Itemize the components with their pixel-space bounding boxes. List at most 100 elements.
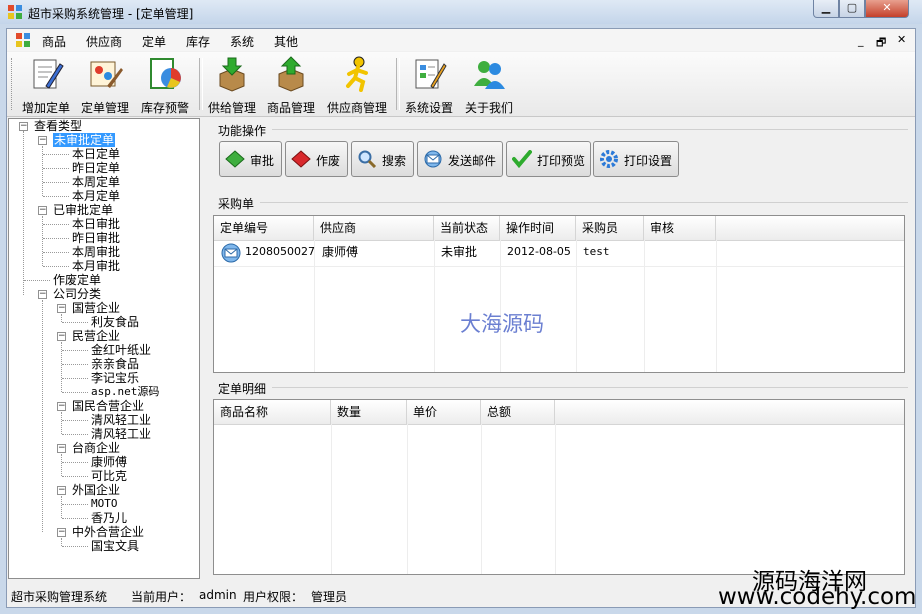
- tree-leaf[interactable]: 香乃儿: [91, 511, 127, 525]
- supply-box-icon: [219, 57, 245, 92]
- print-settings-button[interactable]: 打印设置: [593, 141, 679, 177]
- column-header[interactable]: 单价: [407, 400, 481, 424]
- column-header[interactable]: 供应商: [314, 216, 434, 240]
- tree-line: [61, 538, 62, 546]
- menu-item-other[interactable]: 其他: [274, 33, 298, 50]
- tree-collapse-icon[interactable]: −: [57, 486, 66, 495]
- menu-item-supplier[interactable]: 供应商: [86, 33, 122, 50]
- tree-node-company[interactable]: 公司分类: [53, 287, 101, 301]
- minimize-button[interactable]: ▁: [813, 0, 839, 18]
- tree-line: [42, 300, 43, 532]
- search-label: 搜索: [382, 154, 407, 168]
- menu-item-stock[interactable]: 库存: [186, 33, 210, 50]
- tree-node-joint[interactable]: 国民合营企业: [72, 399, 144, 413]
- tree-leaf[interactable]: 本日定单: [72, 147, 120, 161]
- mdi-close-icon[interactable]: ✕: [897, 33, 906, 46]
- about-us-button[interactable]: 关于我们: [461, 54, 517, 115]
- search-icon: [358, 150, 377, 168]
- tree-leaf[interactable]: 昨日审批: [72, 231, 120, 245]
- tree-node-voided[interactable]: 作废定单: [53, 273, 101, 287]
- tree-node-taiwan[interactable]: 台商企业: [72, 441, 120, 455]
- tree-leaf[interactable]: 亲亲食品: [91, 357, 139, 371]
- tree-line: [62, 350, 88, 351]
- tree-leaf[interactable]: 本周定单: [72, 175, 120, 189]
- order-id-cell: 1208050027: [245, 245, 315, 258]
- approve-label: 审批: [250, 154, 275, 168]
- column-header[interactable]: 采购员: [576, 216, 644, 240]
- tree-leaf[interactable]: asp.net源码: [91, 385, 159, 399]
- tree-node-foreign[interactable]: 外国企业: [72, 483, 120, 497]
- tree-leaf[interactable]: 昨日定单: [72, 161, 120, 175]
- void-button[interactable]: 作废: [285, 141, 348, 177]
- column-header[interactable]: 审核: [644, 216, 716, 240]
- tree-collapse-icon[interactable]: −: [38, 290, 47, 299]
- tree-node-approved[interactable]: 已审批定单: [53, 203, 113, 217]
- detail-grid[interactable]: 商品名称 数量 单价 总额: [213, 399, 905, 575]
- search-button[interactable]: 搜索: [351, 141, 414, 177]
- tree-collapse-icon[interactable]: −: [57, 332, 66, 341]
- tree-leaf[interactable]: 利友食品: [91, 315, 139, 329]
- approve-button[interactable]: 审批: [219, 141, 282, 177]
- tree-leaf[interactable]: 康师傅: [91, 455, 127, 469]
- tree-collapse-icon[interactable]: −: [57, 304, 66, 313]
- tree-leaf[interactable]: 本周审批: [72, 245, 120, 259]
- goods-manage-label: 商品管理: [266, 101, 315, 115]
- tree-node-state-owned[interactable]: 国营企业: [72, 301, 120, 315]
- tree-node-private[interactable]: 民营企业: [72, 329, 120, 343]
- tree-leaf[interactable]: 本月定单: [72, 189, 120, 203]
- tree-collapse-icon[interactable]: −: [38, 206, 47, 215]
- column-header[interactable]: 操作时间: [500, 216, 576, 240]
- supplier-cell: 康师傅: [322, 245, 359, 259]
- supply-manage-label: 供给管理: [207, 101, 256, 115]
- menu-item-order[interactable]: 定单: [142, 33, 166, 50]
- void-label: 作废: [316, 154, 341, 168]
- tree-leaf[interactable]: 本日审批: [72, 217, 120, 231]
- column-header[interactable]: 当前状态: [434, 216, 500, 240]
- table-row[interactable]: 1208050027 康师傅 未审批 2012-08-05 test: [214, 240, 904, 267]
- column-header[interactable]: 数量: [331, 400, 407, 424]
- column-header[interactable]: 定单编号: [214, 216, 314, 240]
- supply-manage-button[interactable]: 供给管理: [204, 54, 260, 115]
- menu-item-system[interactable]: 系统: [230, 33, 254, 50]
- column-header[interactable]: 商品名称: [214, 400, 331, 424]
- tree-leaf[interactable]: 李记宝乐: [91, 371, 139, 385]
- status-user: admin: [199, 588, 237, 602]
- group-divider: [272, 387, 908, 388]
- tree-leaf[interactable]: 清风轻工业: [91, 413, 151, 427]
- tree-line: [62, 420, 88, 421]
- print-preview-button[interactable]: 打印预览: [506, 141, 591, 177]
- mdi-minimize-icon[interactable]: _: [858, 34, 864, 47]
- send-email-button[interactable]: 发送邮件: [417, 141, 503, 177]
- tree-node-unapproved[interactable]: 未审批定单: [53, 133, 116, 147]
- maximize-button[interactable]: ▢: [839, 0, 865, 18]
- tree-node-sino-foreign[interactable]: 中外合营企业: [72, 525, 144, 539]
- group-divider: [272, 129, 908, 130]
- add-order-button[interactable]: 增加定单: [18, 54, 74, 115]
- tree-root[interactable]: 查看类型: [34, 119, 82, 133]
- close-button[interactable]: ✕: [865, 0, 909, 18]
- tree-leaf[interactable]: 国宝文具: [91, 539, 139, 553]
- tree-leaf[interactable]: 本月审批: [72, 259, 120, 273]
- mdi-restore-icon[interactable]: 🗗: [876, 34, 886, 53]
- tree-collapse-icon[interactable]: −: [19, 122, 28, 131]
- tree-collapse-icon[interactable]: −: [57, 444, 66, 453]
- stock-warning-button[interactable]: 库存预警: [137, 54, 193, 115]
- tree-line: [43, 182, 69, 183]
- tree-leaf[interactable]: 金红叶纸业: [91, 343, 151, 357]
- tree-collapse-icon[interactable]: −: [57, 402, 66, 411]
- menu-item-goods[interactable]: 商品: [42, 33, 66, 50]
- column-header[interactable]: 总额: [481, 400, 555, 424]
- system-settings-button[interactable]: 系统设置: [401, 54, 457, 115]
- tree-leaf[interactable]: 清风轻工业: [91, 427, 151, 441]
- goods-manage-button[interactable]: 商品管理: [263, 54, 319, 115]
- approve-icon: [225, 150, 245, 168]
- tree-collapse-icon[interactable]: −: [38, 136, 47, 145]
- supplier-manage-button[interactable]: 供应商管理: [324, 54, 390, 115]
- order-manage-icon: [90, 61, 123, 88]
- purchase-grid[interactable]: 定单编号 供应商 当前状态 操作时间 采购员 审核 1208050027 康师傅…: [213, 215, 905, 373]
- tree-leaf[interactable]: MOTO: [91, 497, 118, 511]
- order-manage-button[interactable]: 定单管理: [77, 54, 133, 115]
- tree-leaf[interactable]: 可比克: [91, 469, 127, 483]
- tree-collapse-icon[interactable]: −: [57, 528, 66, 537]
- supplier-manage-label: 供应商管理: [326, 101, 387, 115]
